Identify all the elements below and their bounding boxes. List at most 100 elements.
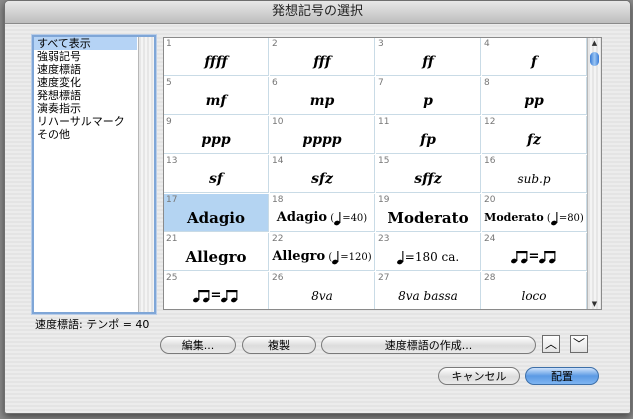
palette-cell-14[interactable]: 14 sfz — [270, 155, 375, 193]
cell-number: 16 — [484, 156, 496, 166]
tempo-value: =120) — [340, 252, 372, 263]
scroll-up-arrow-icon[interactable]: ▲ — [588, 39, 601, 47]
palette-cell-17[interactable]: 17 Adagio — [164, 194, 269, 232]
cell-symbol: f — [530, 54, 538, 70]
tempo-value: =180 ca. — [404, 250, 460, 264]
palette-cell-3[interactable]: 3 ff — [376, 38, 481, 76]
category-item-expressive[interactable]: 発想標語 — [34, 89, 137, 102]
cell-symbol: mf — [205, 93, 227, 109]
cell-symbol: Adagio — [186, 209, 246, 227]
palette-cell-19[interactable]: 19 Moderato — [376, 194, 481, 232]
create-tempo-mark-button[interactable]: 速度標語の作成... — [321, 336, 536, 354]
cell-symbol: fz — [527, 132, 541, 148]
duplicate-button[interactable]: 複製 — [242, 336, 316, 354]
equals-sign: = — [210, 288, 222, 303]
cell-symbol: ffff — [204, 54, 228, 70]
cell-number: 6 — [272, 78, 278, 88]
cell-number: 10 — [272, 117, 284, 127]
place-button[interactable]: 配置 — [525, 367, 599, 385]
cell-number: 13 — [166, 156, 178, 166]
cell-symbol: fff — [313, 54, 331, 70]
palette-cell-21[interactable]: 21 Allegro — [164, 233, 269, 271]
palette-cell-26[interactable]: 26 8va — [270, 272, 375, 309]
cell-number: 23 — [378, 234, 390, 244]
palette-cell-15[interactable]: 15 sffz — [376, 155, 481, 193]
category-item-tempo-marks[interactable]: 速度標語 — [34, 63, 137, 76]
window-title: 発想記号の選択 — [5, 1, 630, 24]
palette-cell-8[interactable]: 8 pp — [482, 77, 587, 115]
palette-cell-9[interactable]: 9 ppp — [164, 116, 269, 154]
cell-number: 5 — [166, 78, 172, 88]
cell-number: 21 — [166, 234, 178, 244]
cell-number: 11 — [378, 117, 390, 127]
palette-cell-10[interactable]: 10 pppp — [270, 116, 375, 154]
cell-symbol: mp — [309, 93, 335, 109]
equals-sign: = — [528, 249, 540, 264]
cell-symbol: pppp — [302, 132, 342, 148]
cell-number: 24 — [484, 234, 496, 244]
cell-symbol: sfz — [311, 171, 333, 187]
palette-cell-22[interactable]: 22 Allegro (=120) — [270, 233, 375, 271]
palette-cell-5[interactable]: 5 mf — [164, 77, 269, 115]
edit-button[interactable]: 編集... — [160, 336, 236, 354]
scroll-down-arrow-icon[interactable]: ▼ — [588, 300, 601, 308]
cell-symbol: = — [164, 284, 268, 308]
eighth-notes-icon — [221, 289, 238, 302]
cell-symbol: fp — [420, 132, 436, 148]
tempo-label: Moderato — [484, 211, 544, 224]
palette-cell-13[interactable]: 13 sf — [164, 155, 269, 193]
palette-cell-16[interactable]: 16 sub.p — [482, 155, 587, 193]
cell-symbol: sf — [209, 171, 223, 187]
move-up-button[interactable]: ︿ — [542, 335, 560, 353]
tempo-value: =40) — [342, 213, 368, 224]
tempo-label: Allegro — [272, 249, 326, 264]
tempo-value: =80) — [558, 213, 584, 224]
category-item-misc[interactable]: その他 — [34, 128, 137, 141]
palette-cell-6[interactable]: 6 mp — [270, 77, 375, 115]
cell-number: 18 — [272, 195, 284, 205]
category-list[interactable]: すべて表示 強弱記号 速度標語 速度変化 発想標語 演奏指示 リハーサルマーク … — [32, 35, 156, 314]
cell-number: 12 — [484, 117, 496, 127]
cell-symbol: Allegro (=120) — [272, 249, 372, 264]
palette-cell-12[interactable]: 12 fz — [482, 116, 587, 154]
quarter-note-icon — [396, 250, 404, 264]
palette-cell-11[interactable]: 11 fp — [376, 116, 481, 154]
eighth-notes-icon — [510, 250, 527, 263]
palette-cell-1[interactable]: 1 ffff — [164, 38, 269, 76]
palette-cell-18[interactable]: 18 Adagio (=40) — [270, 194, 375, 232]
category-item-dynamics[interactable]: 強弱記号 — [34, 50, 137, 63]
palette-cell-2[interactable]: 2 fff — [270, 38, 375, 76]
palette-cell-25[interactable]: 25 = — [164, 272, 269, 309]
palette-cell-7[interactable]: 7p — [376, 77, 481, 115]
palette-cell-23[interactable]: 23 =180 ca. — [376, 233, 481, 271]
cell-symbol: = — [482, 245, 586, 269]
cell-number: 7 — [378, 78, 384, 88]
palette-cell-28[interactable]: 28 loco — [482, 272, 587, 309]
cell-number: 28 — [484, 273, 496, 283]
palette-cell-4[interactable]: 4f — [482, 38, 587, 76]
cell-number: 2 — [272, 39, 278, 49]
palette-scrollbar[interactable]: ▲ ▼ — [587, 38, 601, 309]
cell-number: 9 — [166, 117, 172, 127]
category-item-technique[interactable]: 演奏指示 — [34, 102, 137, 115]
cell-symbol: sub.p — [517, 172, 551, 186]
cell-number: 20 — [484, 195, 496, 205]
cell-number: 14 — [272, 156, 284, 166]
scroll-thumb[interactable] — [590, 52, 599, 66]
cell-number: 22 — [272, 234, 284, 244]
cell-number: 15 — [378, 156, 390, 166]
cancel-button[interactable]: キャンセル — [438, 367, 520, 385]
category-item-all[interactable]: すべて表示 — [34, 37, 137, 50]
palette-cell-24[interactable]: 24 = — [482, 233, 587, 271]
cell-symbol: p — [423, 93, 433, 109]
move-down-button[interactable]: ﹀ — [570, 335, 588, 353]
cell-number: 19 — [378, 195, 390, 205]
quarter-note-icon — [550, 211, 558, 225]
category-item-rehearsal[interactable]: リハーサルマーク — [34, 115, 137, 128]
palette-cell-20[interactable]: 20 Moderato (=80) — [482, 194, 587, 232]
category-list-scrollbar[interactable] — [138, 37, 154, 312]
palette-cell-27[interactable]: 27 8va bassa — [376, 272, 481, 309]
cell-number: 1 — [166, 39, 172, 49]
dialog-window: 発想記号の選択 すべて表示 強弱記号 速度標語 速度変化 発想標語 演奏指示 リ… — [4, 0, 631, 414]
category-item-tempo-changes[interactable]: 速度変化 — [34, 76, 137, 89]
